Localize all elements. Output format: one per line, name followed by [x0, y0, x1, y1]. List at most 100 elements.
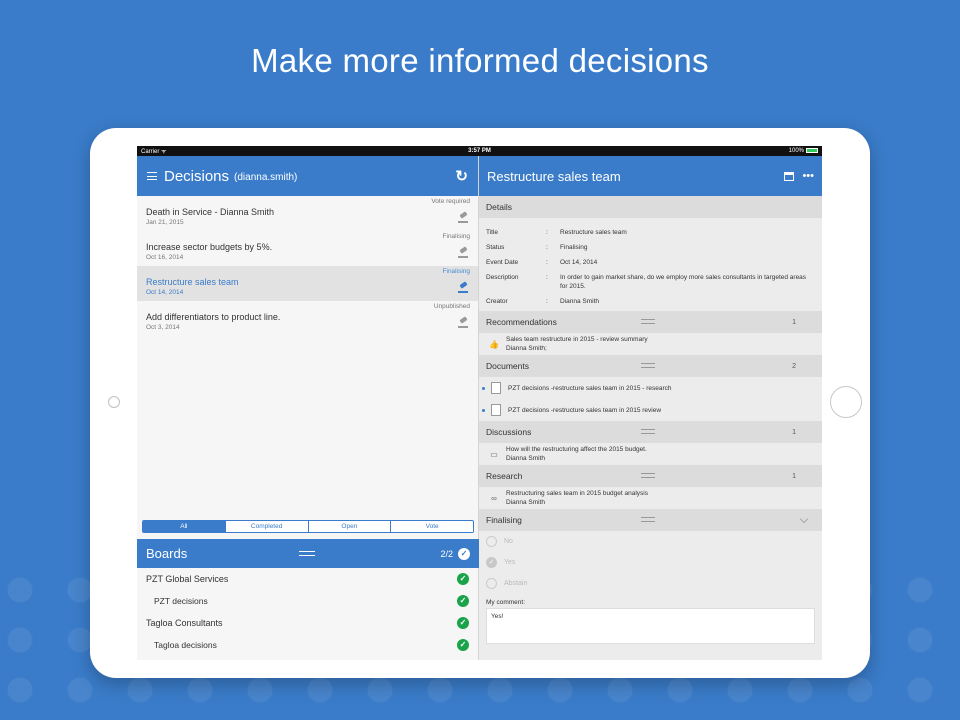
decision-title: Add differentiators to product line.: [146, 312, 281, 322]
check-icon[interactable]: ✓: [457, 639, 469, 651]
drag-handle-icon[interactable]: [641, 363, 655, 368]
decision-item[interactable]: Finalising Increase sector budgets by 5%…: [137, 231, 478, 266]
section-count: 1: [792, 428, 796, 436]
board-label: Tagloa decisions: [154, 640, 217, 650]
decision-title: Death in Service - Dianna Smith: [146, 207, 275, 217]
document-title: PZT decisions -restructure sales team in…: [508, 406, 662, 414]
filter-vote[interactable]: Vote: [390, 521, 473, 532]
comment-label: My comment:: [486, 599, 526, 606]
finalising-section-header[interactable]: Finalising: [479, 509, 822, 531]
board-subitem[interactable]: Tagloa decisions ✓: [137, 634, 479, 656]
vote-option-no[interactable]: No: [479, 531, 822, 552]
check-icon[interactable]: ✓: [457, 595, 469, 607]
decision-title: Restructure sales team: [146, 277, 239, 287]
board-label: Tagloa Consultants: [146, 618, 223, 628]
item-author: Dianna Smith;: [506, 345, 547, 352]
gavel-icon: [458, 318, 468, 328]
board-item[interactable]: PZT Global Services ✓: [137, 568, 479, 590]
radio-checked-icon[interactable]: ✓: [486, 557, 497, 568]
unread-dot: [482, 386, 485, 390]
check-icon[interactable]: ✓: [457, 573, 469, 585]
detail-key: Event Date: [486, 259, 519, 266]
decision-detail-pane: Restructure sales team ••• Details Title…: [479, 156, 822, 660]
decision-list: Vote required Death in Service - Dianna …: [137, 196, 478, 512]
decision-date: Oct 16, 2014: [146, 254, 184, 261]
menu-icon[interactable]: [147, 172, 157, 180]
drag-handle-icon[interactable]: [641, 517, 655, 522]
calendar-icon[interactable]: [784, 171, 795, 181]
drag-handle-icon[interactable]: [641, 429, 655, 434]
boards-list: PZT Global Services ✓ PZT decisions ✓ Ta…: [137, 568, 479, 656]
filter-open[interactable]: Open: [307, 521, 391, 532]
boards-header[interactable]: Boards 2/2 ✓: [137, 539, 479, 568]
research-section-header[interactable]: Research 1: [479, 465, 822, 487]
detail-key: Creator: [486, 298, 508, 305]
board-item[interactable]: Tagloa Consultants ✓: [137, 612, 479, 634]
vote-option-abstain[interactable]: Abstain: [479, 573, 822, 594]
discussions-section-header[interactable]: Discussions 1: [479, 421, 822, 443]
document-item[interactable]: PZT decisions -restructure sales team in…: [479, 377, 822, 399]
detail-value: In order to gain market share, do we emp…: [560, 274, 807, 290]
drag-handle-icon[interactable]: [299, 551, 315, 556]
detail-value: Oct 14, 2014: [560, 259, 598, 266]
section-title: Details: [486, 202, 512, 212]
decision-date: Oct 3, 2014: [146, 324, 180, 331]
option-label: Yes: [504, 559, 516, 566]
section-count: 2: [792, 362, 796, 370]
filter-segmented-control: All Completed Open Vote: [142, 520, 474, 533]
detail-value: Finalising: [560, 244, 588, 251]
filter-completed[interactable]: Completed: [224, 521, 308, 532]
vote-option-yes[interactable]: ✓ Yes: [479, 552, 822, 573]
decision-item-selected[interactable]: Finalising Restructure sales team Oct 14…: [137, 266, 478, 301]
decision-status: Vote required: [431, 198, 470, 205]
detail-row: Creator: Dianna Smith: [486, 297, 815, 306]
details-section: Title: Restructure sales team Status: Fina…: [479, 218, 822, 311]
document-item[interactable]: PZT decisions -restructure sales team in…: [479, 399, 822, 421]
detail-row: Description: In order to gain market shar…: [486, 273, 815, 291]
camera: [108, 396, 120, 408]
drag-handle-icon[interactable]: [641, 473, 655, 478]
document-icon: [491, 382, 501, 394]
section-count: 1: [792, 318, 796, 326]
documents-section-header[interactable]: Documents 2: [479, 355, 822, 377]
section-count: 1: [792, 472, 796, 480]
detail-key: Title: [486, 229, 499, 236]
refresh-icon[interactable]: ↻: [455, 167, 468, 185]
home-button: [830, 386, 862, 418]
headline: Make more informed decisions: [251, 42, 709, 79]
gavel-icon: [458, 283, 468, 293]
discussion-item[interactable]: ▭ How will the restructuring affect the …: [479, 443, 822, 465]
recommendation-item[interactable]: 👍 Sales team restructure in 2015 - revie…: [479, 333, 822, 355]
item-author: Dianna Smith: [506, 499, 546, 506]
clock: 3:57 PM: [468, 148, 491, 154]
detail-value: Dianna Smith: [560, 298, 600, 305]
more-icon[interactable]: •••: [802, 170, 814, 182]
detail-header: Restructure sales team •••: [479, 156, 822, 196]
decision-item[interactable]: Vote required Death in Service - Dianna …: [137, 196, 478, 231]
section-title: Finalising: [486, 515, 522, 525]
decisions-pane: Decisions (dianna.smith) ↻ Vote required…: [137, 156, 479, 660]
item-title: Restructuring sales team in 2015 budget …: [506, 490, 648, 497]
decisions-title: Decisions: [164, 167, 230, 185]
drag-handle-icon[interactable]: [641, 319, 655, 324]
screen: Carrier ᯤ 3:57 PM 100% Decisions (dianna…: [137, 146, 822, 660]
research-item[interactable]: ∞ Restructuring sales team in 2015 budge…: [479, 487, 822, 509]
check-icon[interactable]: ✓: [458, 547, 470, 560]
decision-item[interactable]: Unpublished Add differentiators to produ…: [137, 301, 478, 336]
check-icon[interactable]: ✓: [457, 617, 469, 629]
radio-icon[interactable]: [486, 578, 497, 589]
chevron-down-icon[interactable]: [799, 514, 809, 523]
section-title: Recommendations: [486, 317, 557, 327]
decisions-header: Decisions (dianna.smith) ↻: [137, 156, 478, 196]
unread-dot: [482, 408, 485, 412]
decision-title: Increase sector budgets by 5%.: [146, 242, 273, 252]
board-subitem[interactable]: PZT decisions ✓: [137, 590, 479, 612]
filter-all[interactable]: All: [143, 521, 225, 532]
radio-icon[interactable]: [486, 536, 497, 547]
gavel-icon: [458, 248, 468, 258]
detail-row: Event Date: Oct 14, 2014: [486, 258, 815, 267]
recommendations-section-header[interactable]: Recommendations 1: [479, 311, 822, 333]
boards-title: Boards: [146, 546, 188, 561]
thumbs-up-icon: 👍: [489, 339, 499, 349]
comment-input[interactable]: Yes!: [486, 608, 815, 644]
